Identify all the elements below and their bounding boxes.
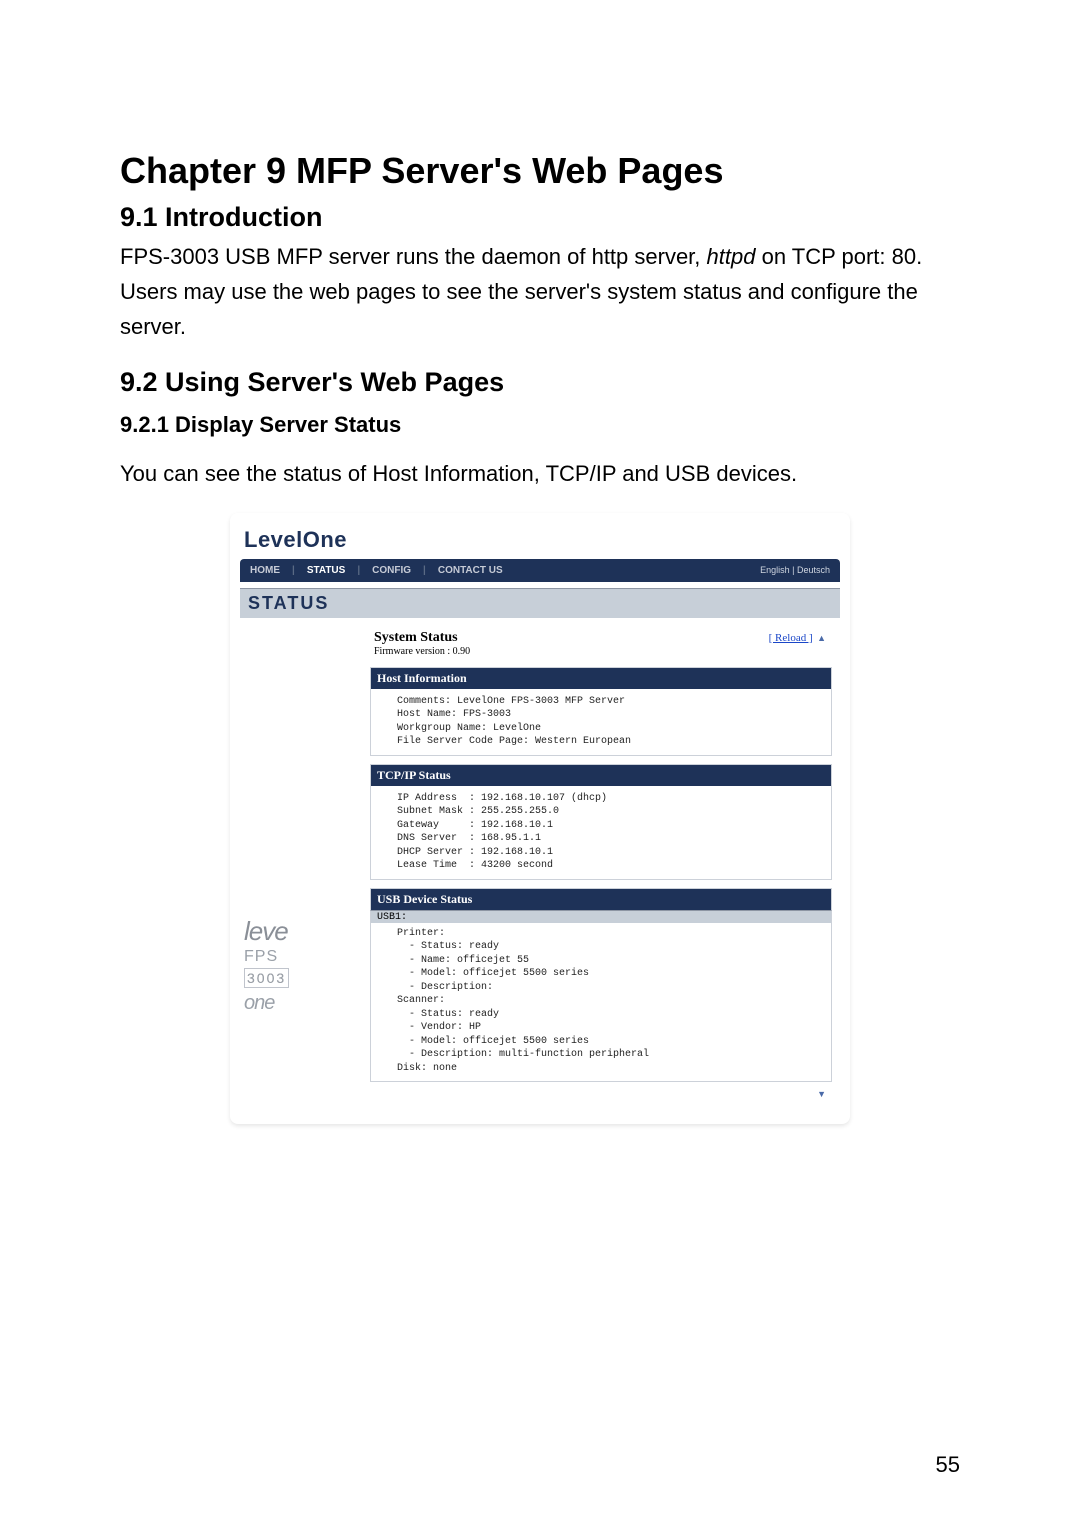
host-info-body: Comments: LevelOne FPS-3003 MFP Server H… xyxy=(371,689,831,755)
section-9-2-heading: 9.2 Using Server's Web Pages xyxy=(120,367,960,398)
intro-paragraph: FPS-3003 USB MFP server runs the daemon … xyxy=(120,239,960,345)
usb-title: USB Device Status xyxy=(371,889,831,910)
art-line-4: one xyxy=(244,992,289,1015)
art-line-1: leve xyxy=(244,918,289,944)
left-sidebar: leve FPS 3003 one xyxy=(240,618,370,1111)
main-panel: System Status Firmware version : 0.90 [ … xyxy=(370,618,840,1111)
tcpip-title: TCP/IP Status xyxy=(371,765,831,786)
scroll-down-icon[interactable]: ▼ xyxy=(817,1089,828,1099)
nav-status[interactable]: STATUS xyxy=(307,565,346,576)
nav-config[interactable]: CONFIG xyxy=(372,565,411,576)
system-status-title: System Status xyxy=(374,630,470,646)
nav-separator: | xyxy=(357,565,360,576)
art-line-2: FPS xyxy=(244,948,289,966)
page-number: 55 xyxy=(936,1452,960,1478)
nav-separator: | xyxy=(423,565,426,576)
host-info-section: Host Information Comments: LevelOne FPS-… xyxy=(370,667,832,756)
art-line-3: 3003 xyxy=(244,968,289,988)
usb-port-label: USB1: xyxy=(370,910,832,923)
reload-link[interactable]: [ Reload ] xyxy=(769,632,813,644)
firmware-version: Firmware version : 0.90 xyxy=(374,646,470,657)
section-9-1-heading: 9.1 Introduction xyxy=(120,202,960,233)
app-window: LevelOne HOME | STATUS | CONFIG | CONTAC… xyxy=(230,513,850,1125)
host-info-title: Host Information xyxy=(371,668,831,689)
tcpip-section: TCP/IP Status IP Address : 192.168.10.10… xyxy=(370,764,832,880)
status-heading-bar: STATUS xyxy=(240,588,840,618)
nav-home[interactable]: HOME xyxy=(250,565,280,576)
embedded-screenshot: LevelOne HOME | STATUS | CONFIG | CONTAC… xyxy=(230,513,850,1125)
tcpip-body: IP Address : 192.168.10.107 (dhcp) Subne… xyxy=(371,786,831,879)
intro-text-1: FPS-3003 USB MFP server runs the daemon … xyxy=(120,244,707,269)
status-heading-label: STATUS xyxy=(248,593,329,613)
status-paragraph: You can see the status of Host Informati… xyxy=(120,456,960,491)
usb-body: Printer: - Status: ready - Name: officej… xyxy=(370,923,832,1083)
content-area: leve FPS 3003 one System Status Firmware… xyxy=(240,618,840,1111)
chapter-title: Chapter 9 MFP Server's Web Pages xyxy=(120,150,960,192)
brand-logo: LevelOne xyxy=(240,521,840,559)
scroll-up-icon[interactable]: ▲ xyxy=(817,633,828,643)
nav-separator: | xyxy=(292,565,295,576)
top-nav: HOME | STATUS | CONFIG | CONTACT US Engl… xyxy=(240,559,840,582)
usb-section: USB Device Status xyxy=(370,888,832,910)
language-switch[interactable]: English | Deutsch xyxy=(760,565,830,575)
httpd-term: httpd xyxy=(707,244,756,269)
decorative-art: leve FPS 3003 one xyxy=(244,918,289,1015)
section-9-2-1-heading: 9.2.1 Display Server Status xyxy=(120,412,960,438)
nav-contact[interactable]: CONTACT US xyxy=(438,565,503,576)
